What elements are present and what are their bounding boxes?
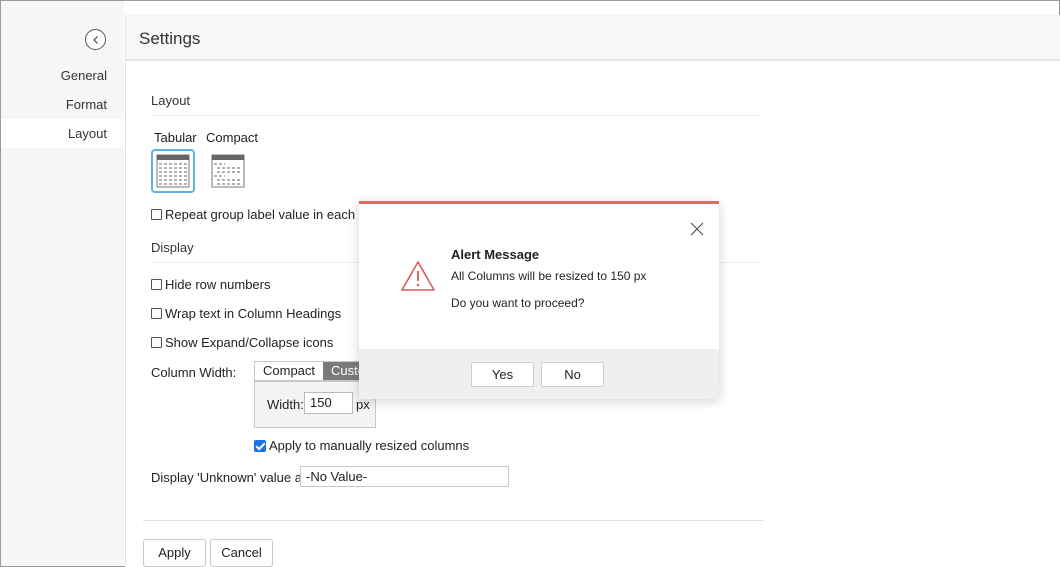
checkbox-box[interactable]: [151, 209, 162, 220]
layout-section-title: Layout: [151, 93, 191, 108]
width-input[interactable]: 150: [304, 392, 353, 414]
back-button[interactable]: [85, 29, 106, 50]
checkbox-box[interactable]: [151, 308, 162, 319]
dialog-footer: Yes No: [359, 349, 719, 399]
sidebar-item-format[interactable]: Format: [1, 90, 124, 119]
sidebar-item-general[interactable]: General: [1, 61, 124, 90]
checkbox-label: Hide row numbers: [165, 277, 271, 292]
dialog-message: All Columns will be resized to 150 px: [451, 269, 647, 283]
checkbox-label: Show Expand/Collapse icons: [165, 335, 334, 350]
width-unit: px: [356, 397, 370, 412]
layout-option-compact[interactable]: [206, 149, 250, 193]
warning-icon: [400, 260, 436, 295]
close-icon: [690, 222, 704, 236]
checkbox-label: Wrap text in Column Headings: [165, 306, 342, 321]
divider: [143, 520, 763, 521]
checkbox-box[interactable]: [151, 279, 162, 290]
column-width-toggle: Compact Custo: [254, 361, 374, 381]
apply-manual-resized-checkbox[interactable]: Apply to manually resized columns: [254, 438, 469, 453]
sidebar-item-layout[interactable]: Layout: [1, 119, 124, 148]
apply-button[interactable]: Apply: [143, 539, 206, 567]
show-expand-collapse-checkbox[interactable]: Show Expand/Collapse icons: [151, 335, 333, 350]
repeat-group-label-checkbox[interactable]: Repeat group label value in each row: [151, 207, 380, 222]
page-title: Settings: [139, 29, 201, 48]
layout-option-compact-label: Compact: [206, 130, 259, 145]
no-button[interactable]: No: [541, 362, 604, 387]
alert-dialog: Alert Message All Columns will be resize…: [359, 201, 719, 399]
hide-row-numbers-checkbox[interactable]: Hide row numbers: [151, 277, 271, 292]
unknown-value-input[interactable]: -No Value-: [300, 466, 509, 487]
width-label: Width:: [267, 397, 304, 412]
checkbox-box[interactable]: [151, 337, 162, 348]
column-width-label: Column Width:: [151, 365, 237, 380]
layout-option-tabular-label: Tabular: [154, 130, 197, 145]
dialog-title: Alert Message: [451, 247, 540, 262]
wrap-text-checkbox[interactable]: Wrap text in Column Headings: [151, 306, 341, 321]
unknown-value-label: Display 'Unknown' value as:: [151, 470, 313, 485]
close-button[interactable]: [690, 222, 704, 236]
column-width-compact[interactable]: Compact: [255, 362, 323, 380]
layout-option-tabular[interactable]: [151, 149, 195, 193]
cancel-button[interactable]: Cancel: [210, 539, 273, 567]
dialog-question: Do you want to proceed?: [451, 296, 585, 310]
header-bar: Settings: [126, 15, 1060, 61]
checkbox-label: Apply to manually resized columns: [269, 438, 470, 453]
divider: [151, 115, 759, 116]
display-section-title: Display: [151, 240, 194, 255]
tabular-layout-icon: [156, 154, 190, 188]
yes-button[interactable]: Yes: [471, 362, 534, 387]
custom-width-panel: Width: 150 px: [254, 381, 376, 428]
checkbox-label: Repeat group label value in each row: [165, 207, 380, 222]
checkbox-box-checked[interactable]: [254, 439, 266, 452]
sidebar: General Format Layout: [1, 1, 124, 566]
chevron-left-icon: [92, 35, 98, 44]
compact-layout-icon: [211, 154, 245, 188]
